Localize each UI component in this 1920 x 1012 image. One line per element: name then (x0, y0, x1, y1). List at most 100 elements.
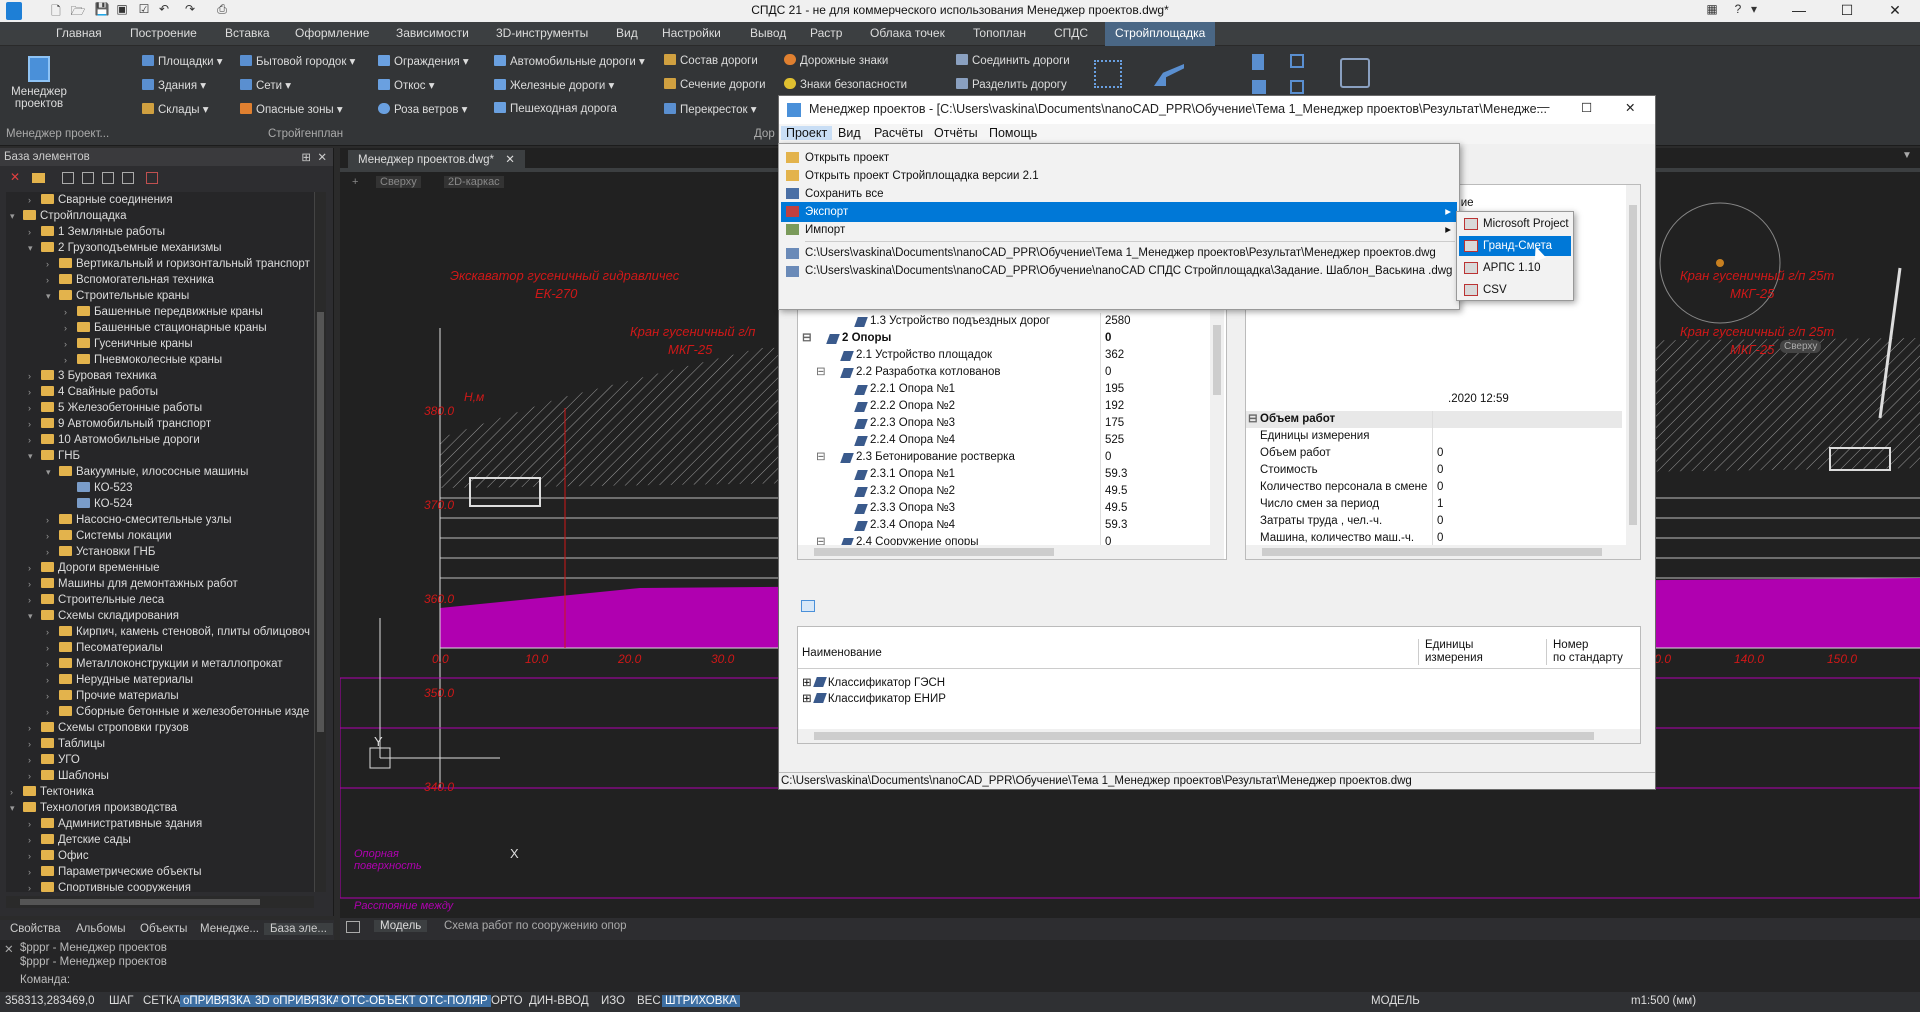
classifier-row[interactable]: ⊞ Классификатор ЕНИР (802, 691, 946, 705)
tab-layout-scheme[interactable]: Схема работ по сооружению опор (444, 920, 627, 932)
tree-node[interactable]: › Металлоконструкции и металлопрокат (46, 656, 283, 672)
expand-toggle-icon[interactable]: ⊟ (802, 330, 812, 347)
export-menu-item[interactable]: Гранд-Смета (1459, 236, 1571, 256)
tree-node[interactable]: › Параметрические объекты (28, 864, 202, 880)
ribbon-warehouses[interactable]: Склады ▾ (142, 102, 209, 116)
expand-toggle-icon[interactable]: › (46, 656, 56, 672)
tree-node[interactable]: › Вспомогательная техника (46, 272, 214, 288)
ribbon-slope[interactable]: Откос ▾ (378, 78, 435, 92)
ribbon-chart-icon[interactable] (1252, 80, 1266, 94)
expand-toggle-icon[interactable]: › (46, 640, 56, 656)
ribbon-fences[interactable]: Ограждения ▾ (378, 54, 469, 68)
property-category[interactable]: ⊟ Объем работ (1246, 411, 1622, 428)
tree-node[interactable]: › Кирпич, камень стеновой, плиты облицово… (46, 624, 310, 640)
expand-toggle-icon[interactable]: › (28, 752, 38, 768)
command-prompt[interactable]: Команда: (20, 974, 70, 986)
tree-node[interactable]: › Вертикальный и горизонтальный транспорт (46, 256, 310, 272)
expand-toggle-icon[interactable]: ▾ (10, 208, 20, 224)
tab-home[interactable]: Главная (56, 26, 102, 40)
expand-toggle-icon[interactable]: ⊟ (816, 449, 826, 466)
expand-toggle-icon[interactable]: ▾ (46, 464, 56, 480)
project-menu-item[interactable]: C:\Users\vaskina\Documents\nanoCAD_PPR\О… (781, 262, 1457, 280)
help-icon[interactable]: ? (1730, 2, 1746, 18)
project-menu-item[interactable]: Экспорт ▸ (781, 202, 1457, 222)
expand-toggle-icon[interactable]: ▾ (28, 448, 38, 464)
property-row[interactable]: Объем работ 0 (1246, 445, 1622, 462)
ribbon-settings-icon[interactable] (1340, 58, 1370, 88)
tab-build[interactable]: Построение (130, 26, 197, 40)
status-toggle-9[interactable]: ИЗО (598, 995, 628, 1007)
tree-vscrollbar[interactable] (314, 192, 326, 892)
expand-toggle-icon[interactable]: › (28, 192, 38, 208)
dialog-maximize-button[interactable]: ☐ (1581, 100, 1592, 115)
expand-toggle-icon[interactable]: ⊟ (816, 364, 826, 381)
command-close-icon[interactable]: ✕ (4, 942, 14, 956)
export-menu-item[interactable]: Microsoft Project (1459, 214, 1571, 234)
expand-toggle-icon[interactable]: › (28, 368, 38, 384)
tree-node[interactable]: › Прочие материалы (46, 688, 179, 704)
tree-node[interactable]: ▾ Технология производства (10, 800, 177, 816)
tab-insert[interactable]: Вставка (225, 26, 270, 40)
tree-node[interactable]: КО-524 (64, 496, 133, 512)
ribbon-table2-icon[interactable] (1290, 54, 1304, 68)
ribbon-join-roads[interactable]: Соединить дороги (956, 54, 1070, 67)
tree-node[interactable]: › УГО (28, 752, 80, 768)
status-toggle-11[interactable]: ШТРИХОВКА (662, 995, 740, 1007)
project-menu-item[interactable]: Сохранить все (781, 184, 1457, 204)
property-row[interactable]: Количество персонала в смене 0 (1246, 479, 1622, 496)
menu-help[interactable]: Помощь (984, 126, 1042, 140)
tree-node[interactable]: › Таблицы (28, 736, 105, 752)
expand-toggle-icon[interactable]: ▾ (10, 800, 20, 816)
tree-node[interactable]: › Гусеничные краны (64, 336, 193, 352)
expand-toggle-icon[interactable]: ▾ (28, 608, 38, 624)
tree-node[interactable]: › Административные здания (28, 816, 202, 832)
work-row[interactable]: 2.2.4 Опора №4 525 (798, 432, 1210, 449)
status-toggle-7[interactable]: ОРТО (488, 995, 526, 1007)
tab-topoplan[interactable]: Топоплан (973, 26, 1026, 40)
tree-node[interactable]: › 3 Буровая техника (28, 368, 157, 384)
expand-toggle-icon[interactable]: › (28, 416, 38, 432)
expand-toggle-icon[interactable]: › (28, 864, 38, 880)
expand-toggle-icon[interactable]: › (10, 784, 20, 800)
ribbon-list-icon[interactable] (1290, 80, 1304, 94)
dialog-close-button[interactable]: ✕ (1625, 100, 1635, 115)
status-toggle-4[interactable]: 3D оПРИВЯЗКА (252, 995, 344, 1007)
expand-toggle-icon[interactable]: › (28, 384, 38, 400)
expand-toggle-icon[interactable]: › (28, 400, 38, 416)
work-row[interactable]: 2.2.3 Опора №3 175 (798, 415, 1210, 432)
tree-node[interactable]: › Насосно-смесительные узлы (46, 512, 231, 528)
export-menu-item[interactable]: АРПС 1.10 (1459, 258, 1571, 278)
expand-toggle-icon[interactable]: › (28, 224, 38, 240)
status-toggle-2[interactable]: СЕТКА (140, 995, 183, 1007)
tree-node[interactable]: › Установки ГНБ (46, 544, 155, 560)
status-toggle-5[interactable]: ОТС-ОБЪЕКТ (338, 995, 419, 1007)
work-row[interactable]: ⊟ 2.2 Разработка котлованов 0 (798, 364, 1210, 381)
work-row[interactable]: ⊟ 2.3 Бетонирование ростверка 0 (798, 449, 1210, 466)
project-menu-item[interactable]: Импорт ▸ (781, 220, 1457, 240)
expand-toggle-icon[interactable]: › (46, 528, 56, 544)
ribbon-camp[interactable]: Бытовой городок ▾ (240, 54, 355, 68)
ribbon-crossroad[interactable]: Перекресток ▾ (664, 102, 757, 116)
ribbon-wind-rose[interactable]: Роза ветров ▾ (378, 102, 467, 116)
tree-node[interactable]: › Спортивные сооружения (28, 880, 191, 892)
layout-icon[interactable] (346, 921, 360, 933)
tree-tool4-icon[interactable] (122, 172, 134, 184)
expand-toggle-icon[interactable]: › (28, 560, 38, 576)
project-manager-button[interactable]: Менеджер проектов (6, 50, 72, 124)
expand-toggle-icon[interactable]: › (46, 512, 56, 528)
expand-toggle-icon[interactable]: › (46, 672, 56, 688)
ribbon-road-section[interactable]: Сечение дороги (664, 78, 766, 91)
ribbon-railways[interactable]: Железные дороги ▾ (494, 78, 614, 92)
tree-node[interactable]: › Шаблоны (28, 768, 109, 784)
ribbon-road-signs[interactable]: Дорожные знаки (784, 54, 888, 67)
tree-node[interactable]: › Дороги временные (28, 560, 159, 576)
tree-node[interactable]: › 10 Автомобильные дороги (28, 432, 200, 448)
ribbon-table-icon[interactable] (1252, 54, 1264, 70)
expand-toggle-icon[interactable]: › (28, 832, 38, 848)
tree-node[interactable]: › Башенные передвижные краны (64, 304, 263, 320)
work-row[interactable]: 2.2.1 Опора №1 195 (798, 381, 1210, 398)
tab-spds[interactable]: СПДС (1054, 26, 1088, 40)
ribbon-roads[interactable]: Автомобильные дороги ▾ (494, 54, 645, 68)
status-toggle-6[interactable]: ОТС-ПОЛЯР (416, 995, 491, 1007)
tree-node[interactable]: › 1 Земляные работы (28, 224, 165, 240)
